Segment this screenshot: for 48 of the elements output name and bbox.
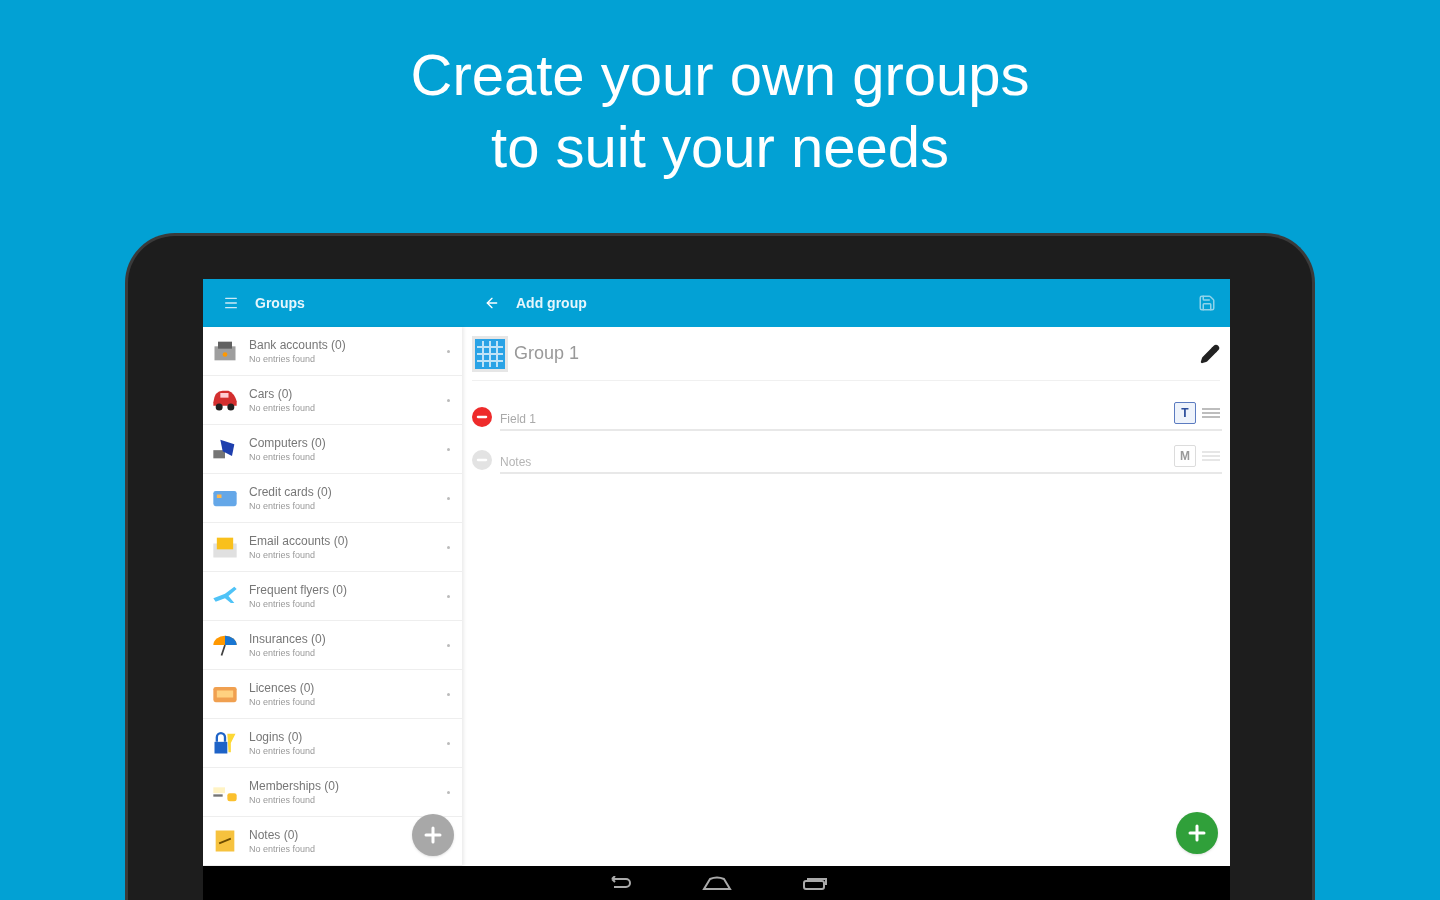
headline: Create your own groups [410, 40, 1030, 109]
group-subtitle: No entries found [249, 842, 316, 855]
grid-icon[interactable] [472, 335, 508, 372]
add-field-button[interactable] [1176, 812, 1218, 854]
group-subtitle: No entries found [249, 499, 317, 512]
drag-handle-icon[interactable] [1202, 407, 1220, 418]
group-subtitle: No entries found [249, 695, 316, 708]
group-name: Bank accounts (0) [249, 337, 346, 353]
group-subtitle: No entries found [249, 352, 317, 365]
group-subtitle: No entries found [249, 744, 316, 757]
group-name: Computers (0) [249, 435, 326, 451]
pane-title: Groups [255, 293, 305, 313]
group-subtitle: No entries found [249, 548, 317, 561]
headline: to suit your needs [491, 112, 949, 181]
group-name: Memberships (0) [249, 778, 340, 794]
group-item[interactable]: Computers (0) No entries found [203, 425, 462, 474]
group-name: Email accounts (0) [249, 533, 349, 549]
group-item[interactable]: Licences (0) No entries found [203, 670, 462, 719]
group-subtitle: No entries found [249, 793, 317, 806]
group-item[interactable]: Insurances (0) No entries found [203, 621, 462, 670]
group-subtitle: No entries found [249, 646, 317, 659]
screen-title: Add group [516, 293, 587, 313]
menu-icon[interactable] [223, 295, 239, 311]
edit-icon[interactable] [1200, 343, 1220, 364]
group-name-field[interactable]: Group 1 [514, 340, 580, 367]
group-item[interactable]: Logins (0) No entries found [203, 719, 462, 768]
group-name: Notes (0) [249, 827, 300, 843]
group-subtitle: No entries found [249, 597, 317, 610]
group-subtitle: No entries found [249, 401, 316, 414]
group-item[interactable]: Email accounts (0) No entries found [203, 523, 462, 572]
group-name: Cars (0) [249, 386, 294, 402]
group-item[interactable]: Credit cards (0) No entries found [203, 474, 462, 523]
group-item[interactable]: Bank accounts (0) No entries found [203, 327, 462, 376]
field-type-icon[interactable]: T [1174, 401, 1196, 424]
home-nav-icon[interactable] [701, 876, 732, 890]
group-name: Frequent flyers (0) [249, 582, 348, 598]
group-name: Licences (0) [249, 680, 316, 696]
back-icon[interactable] [484, 295, 500, 311]
group-subtitle: No entries found [249, 450, 317, 463]
recents-nav-icon[interactable] [801, 876, 828, 890]
group-name: Insurances (0) [249, 631, 326, 647]
group-name: Logins (0) [249, 729, 304, 745]
group-item[interactable]: Frequent flyers (0) No entries found [203, 572, 462, 621]
add-group-button[interactable] [412, 814, 454, 856]
remove-icon[interactable] [472, 406, 492, 427]
save-icon[interactable] [1198, 294, 1216, 312]
group-name: Credit cards (0) [249, 484, 332, 500]
group-item[interactable]: Cars (0) No entries found [203, 376, 462, 425]
